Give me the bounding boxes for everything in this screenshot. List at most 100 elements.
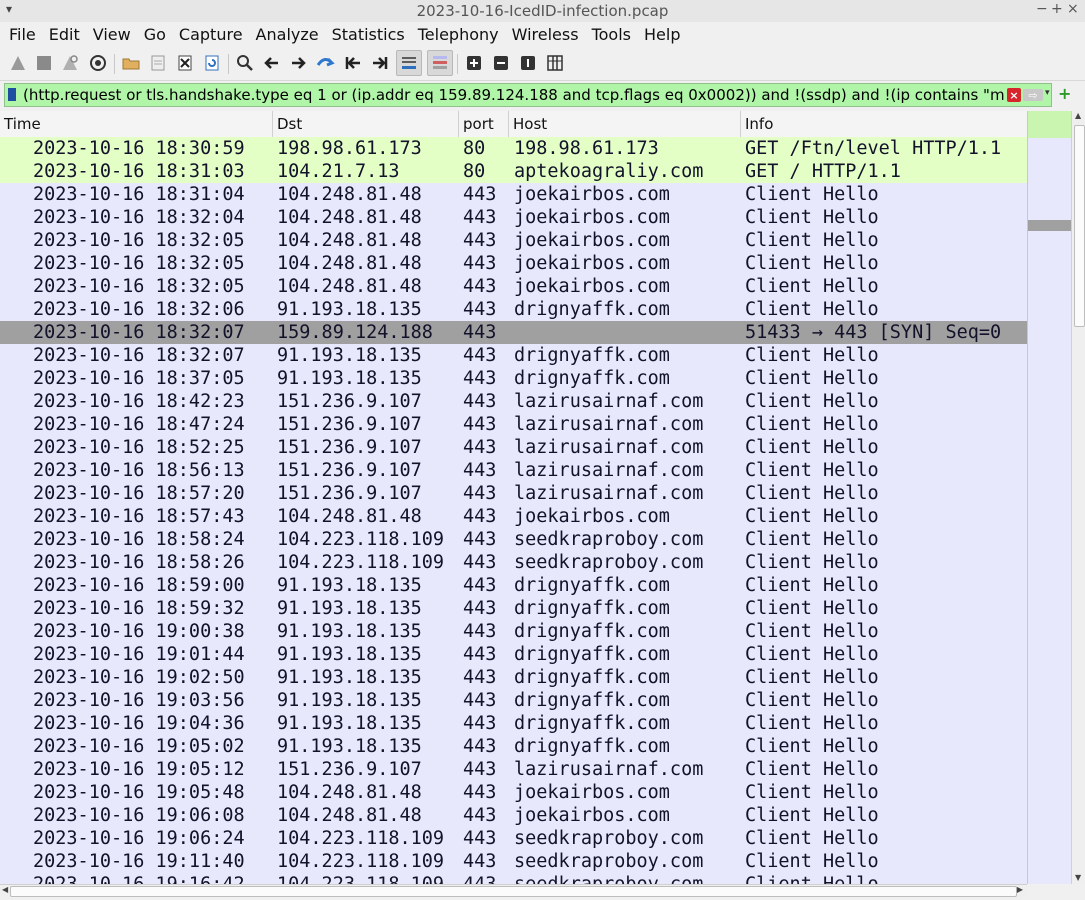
column-header-port[interactable]: port — [459, 111, 509, 137]
menu-help[interactable]: Help — [639, 25, 685, 44]
go-last-icon[interactable] — [368, 51, 392, 75]
table-row[interactable]: 2023-10-16 18:30:59 198.98.61.173 80 198.98… — [0, 137, 1027, 160]
cell-port: 443 — [463, 736, 497, 757]
zoom-out-icon[interactable] — [489, 51, 513, 75]
table-row[interactable]: 2023-10-16 19:00:38 91.193.18.135 443 drign… — [0, 620, 1027, 643]
table-row[interactable]: 2023-10-16 19:01:44 91.193.18.135 443 drign… — [0, 643, 1027, 666]
table-row[interactable]: 2023-10-16 18:59:32 91.193.18.135 443 drign… — [0, 597, 1027, 620]
add-filter-button-icon[interactable]: + — [1058, 84, 1071, 103]
table-row[interactable]: 2023-10-16 19:05:02 91.193.18.135 443 drign… — [0, 735, 1027, 758]
filter-bookmark-icon[interactable] — [8, 88, 16, 101]
menu-wireless[interactable]: Wireless — [507, 25, 584, 44]
cell-port: 443 — [463, 230, 497, 251]
table-row[interactable]: 2023-10-16 18:31:04 104.248.81.48 443 joeka… — [0, 183, 1027, 206]
menu-file[interactable]: File — [4, 25, 41, 44]
autoscroll-icon[interactable] — [396, 50, 422, 76]
capture-options-gear-icon[interactable] — [86, 51, 110, 75]
column-header-dst[interactable]: Dst — [273, 111, 459, 137]
restart-fin-icon[interactable] — [58, 51, 82, 75]
menu-go[interactable]: Go — [139, 25, 171, 44]
horizontal-scroll-thumb[interactable] — [10, 886, 1017, 897]
table-row[interactable]: 2023-10-16 18:56:13 151.236.9.107 443 lazir… — [0, 459, 1027, 482]
table-row[interactable]: 2023-10-16 18:32:07 91.193.18.135 443 drign… — [0, 344, 1027, 367]
close-file-icon[interactable] — [173, 51, 197, 75]
table-row[interactable]: 2023-10-16 19:16:42 104.223.118.109 443 see… — [0, 873, 1027, 884]
go-back-arrow-icon[interactable] — [260, 51, 284, 75]
menu-view[interactable]: View — [88, 25, 136, 44]
zoom-in-icon[interactable] — [462, 51, 486, 75]
table-row[interactable]: 2023-10-16 18:57:43 104.248.81.48 443 joeka… — [0, 505, 1027, 528]
minimize-button[interactable]: − — [1036, 1, 1048, 17]
cell-dst: 104.223.118.109 — [277, 529, 445, 550]
table-row[interactable]: 2023-10-16 18:47:24 151.236.9.107 443 lazir… — [0, 413, 1027, 436]
cell-info: Client Hello — [745, 437, 879, 458]
table-row[interactable]: 2023-10-16 18:32:05 104.248.81.48 443 joeka… — [0, 275, 1027, 298]
table-row[interactable]: 2023-10-16 18:32:07 159.89.124.188 443 5143… — [0, 321, 1027, 344]
menu-telephony[interactable]: Telephony — [413, 25, 504, 44]
scroll-up-icon[interactable]: ▲ — [1075, 111, 1081, 120]
apply-filter-arrow-icon[interactable]: ⇨ — [1023, 89, 1043, 102]
table-row[interactable]: 2023-10-16 19:05:12 151.236.9.107 443 lazir… — [0, 758, 1027, 781]
cell-port: 443 — [463, 414, 497, 435]
stop-square-icon[interactable] — [32, 51, 56, 75]
menu-tools[interactable]: Tools — [587, 25, 636, 44]
close-window-button[interactable]: × — [1067, 1, 1079, 17]
table-row[interactable]: 2023-10-16 18:31:03 104.21.7.13 80 aptekoag… — [0, 160, 1027, 183]
scroll-left-icon[interactable]: ◀ — [2, 885, 8, 894]
clear-filter-icon[interactable]: × — [1007, 88, 1021, 102]
table-row[interactable]: 2023-10-16 18:52:25 151.236.9.107 443 lazir… — [0, 436, 1027, 459]
table-row[interactable]: 2023-10-16 18:32:06 91.193.18.135 443 drign… — [0, 298, 1027, 321]
toolbar-separator — [228, 54, 229, 74]
go-first-icon[interactable] — [341, 51, 365, 75]
table-row[interactable]: 2023-10-16 18:42:23 151.236.9.107 443 lazir… — [0, 390, 1027, 413]
table-row[interactable]: 2023-10-16 19:04:36 91.193.18.135 443 drign… — [0, 712, 1027, 735]
horizontal-scrollbar[interactable]: ◀ ▶ — [0, 884, 1027, 897]
cell-info: Client Hello — [745, 230, 879, 251]
save-file-icon[interactable] — [146, 51, 170, 75]
column-header-time[interactable]: Time — [0, 111, 273, 137]
menu-edit[interactable]: Edit — [44, 25, 85, 44]
packet-list[interactable]: Time Dst port Host Info 2023-10-16 18:30… — [0, 111, 1027, 884]
cell-info: Client Hello — [745, 851, 879, 872]
open-folder-icon[interactable] — [119, 51, 143, 75]
maximize-button[interactable]: + — [1051, 1, 1063, 17]
table-row[interactable]: 2023-10-16 18:57:20 151.236.9.107 443 lazir… — [0, 482, 1027, 505]
table-row[interactable]: 2023-10-16 18:58:24 104.223.118.109 443 see… — [0, 528, 1027, 551]
scroll-down-icon[interactable]: ▼ — [1075, 873, 1081, 882]
find-magnifier-icon[interactable] — [233, 51, 257, 75]
table-row[interactable]: 2023-10-16 19:11:40 104.223.118.109 443 see… — [0, 850, 1027, 873]
menu-statistics[interactable]: Statistics — [327, 25, 410, 44]
table-row[interactable]: 2023-10-16 18:58:26 104.223.118.109 443 see… — [0, 551, 1027, 574]
table-row[interactable]: 2023-10-16 19:02:50 91.193.18.135 443 drign… — [0, 666, 1027, 689]
display-filter-input[interactable]: (http.request or tls.handshake.type eq 1… — [4, 83, 1052, 107]
go-to-packet-icon[interactable] — [313, 51, 337, 75]
table-row[interactable]: 2023-10-16 18:32:05 104.248.81.48 443 joeka… — [0, 252, 1027, 275]
table-row[interactable]: 2023-10-16 19:05:48 104.248.81.48 443 joeka… — [0, 781, 1027, 804]
display-filter-text[interactable]: (http.request or tls.handshake.type eq 1… — [23, 86, 1005, 104]
table-row[interactable]: 2023-10-16 18:37:05 91.193.18.135 443 drign… — [0, 367, 1027, 390]
cell-host: joekairbos.com — [514, 805, 670, 826]
table-row[interactable]: 2023-10-16 19:03:56 91.193.18.135 443 drign… — [0, 689, 1027, 712]
filter-history-dropdown-icon[interactable]: ▾ — [1045, 88, 1050, 98]
colorize-icon[interactable] — [427, 50, 453, 76]
vertical-scroll-thumb[interactable] — [1074, 125, 1085, 327]
packet-minimap[interactable] — [1027, 111, 1072, 884]
menu-analyze[interactable]: Analyze — [251, 25, 324, 44]
column-header-host[interactable]: Host — [509, 111, 741, 137]
vertical-scrollbar[interactable]: ▲ ▼ — [1071, 111, 1085, 884]
resize-columns-icon[interactable] — [543, 51, 567, 75]
cell-dst: 104.248.81.48 — [277, 253, 422, 274]
table-row[interactable]: 2023-10-16 18:32:05 104.248.81.48 443 joeka… — [0, 229, 1027, 252]
normal-size-icon[interactable] — [516, 51, 540, 75]
shark-fin-start-icon[interactable] — [6, 51, 30, 75]
table-row[interactable]: 2023-10-16 19:06:08 104.248.81.48 443 joeka… — [0, 804, 1027, 827]
table-row[interactable]: 2023-10-16 18:32:04 104.248.81.48 443 joeka… — [0, 206, 1027, 229]
table-row[interactable]: 2023-10-16 18:59:00 91.193.18.135 443 drign… — [0, 574, 1027, 597]
reload-icon[interactable] — [200, 51, 224, 75]
column-header-info[interactable]: Info — [741, 111, 1027, 137]
cell-info: Client Hello — [745, 667, 879, 688]
table-row[interactable]: 2023-10-16 19:06:24 104.223.118.109 443 see… — [0, 827, 1027, 850]
go-forward-arrow-icon[interactable] — [286, 51, 310, 75]
scroll-right-icon[interactable]: ▶ — [1017, 885, 1023, 894]
menu-capture[interactable]: Capture — [174, 25, 248, 44]
